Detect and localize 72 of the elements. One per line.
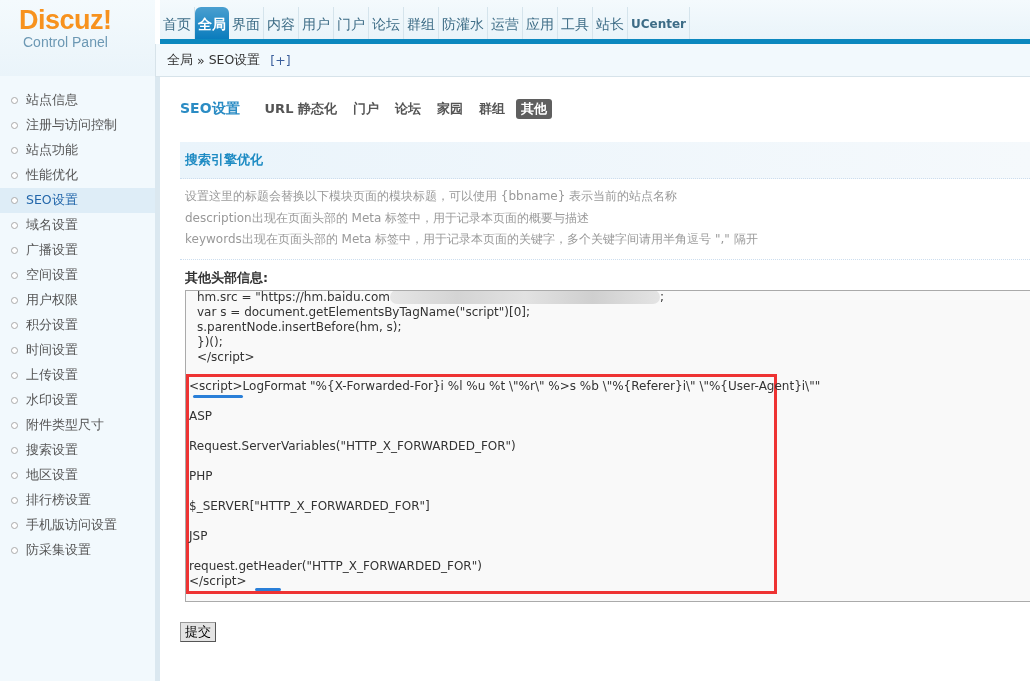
sub-tab[interactable]: 其他 xyxy=(515,99,552,119)
sidebar-item[interactable]: 空间设置 xyxy=(0,263,155,288)
bullet-icon xyxy=(11,122,18,129)
sidebar-item[interactable]: 地区设置 xyxy=(0,463,155,488)
code-text: Request.ServerVariables("HTTP_X_FORWARDED_FOR") xyxy=(189,438,516,454)
sidebar-item[interactable]: 时间设置 xyxy=(0,338,155,363)
code-text: PHP xyxy=(189,468,213,484)
bullet-icon xyxy=(11,522,18,529)
sidebar-item[interactable]: 域名设置 xyxy=(0,213,155,238)
sub-tab[interactable]: 家园 xyxy=(431,99,468,119)
code-line: </script> xyxy=(197,349,255,365)
bullet-icon xyxy=(11,447,18,454)
bullet-icon xyxy=(11,197,18,204)
sidebar-item[interactable]: 注册与访问控制 xyxy=(0,113,155,138)
sidebar-item[interactable]: 站点功能 xyxy=(0,138,155,163)
code-textarea[interactable] xyxy=(185,289,1030,602)
page-title: SEO设置 xyxy=(180,100,240,118)
bullet-icon xyxy=(11,97,18,104)
tip-text: 设置这里的标题会替换以下模块页面的模块标题，可以使用 {bbname} 表示当前的站点名称 xyxy=(185,188,679,205)
sidebar-item[interactable]: 性能优化 xyxy=(0,163,155,188)
sub-tab[interactable]: 论坛 xyxy=(389,99,426,119)
bullet-icon xyxy=(11,547,18,554)
tip-text: description出现在页面头部的 Meta 标签中，用于记录本页面的概要与描述 xyxy=(185,209,591,227)
logo-text: Discuz! xyxy=(19,6,112,34)
sidebar-item[interactable]: 用户权限 xyxy=(0,288,155,313)
sidebar-item[interactable]: 搜索设置 xyxy=(0,438,155,463)
sub-tab[interactable]: 门户 xyxy=(347,99,384,119)
bullet-icon xyxy=(11,472,18,479)
sidebar-item[interactable]: 上传设置 xyxy=(0,363,155,388)
code-line: hm.src = "https://hm.baidu.com xyxy=(197,290,390,305)
code-line: s.parentNode.insertBefore(hm, s); xyxy=(197,319,402,335)
bullet-icon xyxy=(11,422,18,429)
section-title: 搜索引擎优化 xyxy=(185,151,263,169)
bullet-icon xyxy=(11,497,18,504)
breadcrumb-separator: » xyxy=(197,52,205,68)
nav-tab[interactable]: 全局 xyxy=(195,7,229,40)
sidebar-item[interactable]: 水印设置 xyxy=(0,388,155,413)
code-text: JSP xyxy=(189,528,208,544)
code-text: $_SERVER["HTTP_X_FORWARDED_FOR"] xyxy=(189,498,430,514)
bullet-icon xyxy=(11,247,18,254)
sub-tab[interactable]: 群组 xyxy=(473,99,510,119)
code-text: ASP xyxy=(189,408,213,424)
bullet-icon xyxy=(11,222,18,229)
bullet-icon xyxy=(11,147,18,154)
sidebar-item[interactable]: 手机版访问设置 xyxy=(0,513,155,538)
code-text: request.getHeader("HTTP_X_FORWARDED_FOR") xyxy=(189,558,482,574)
bullet-icon xyxy=(11,272,18,279)
bullet-icon xyxy=(11,372,18,379)
bullet-icon xyxy=(11,172,18,179)
sub-tab[interactable]: URL 静态化 xyxy=(259,99,342,119)
code-line: })(); xyxy=(197,334,223,350)
sidebar-item[interactable]: 防采集设置 xyxy=(0,538,155,563)
sidebar-item[interactable]: SEO设置 xyxy=(0,188,155,213)
bullet-icon xyxy=(11,297,18,304)
logo-subtitle: Control Panel xyxy=(23,34,108,50)
code-line: var s = document.getElementsByTagName("script")[0]; xyxy=(197,304,531,320)
submit-button[interactable]: 提交 xyxy=(180,621,216,642)
breadcrumb-page: SEO设置 xyxy=(208,51,261,69)
sidebar-item[interactable]: 站点信息 xyxy=(0,88,155,113)
tip-text: keywords出现在页面头部的 Meta 标签中，用于记录本页面的关键字，多个关键字间请用半角逗号 "," 隔开 xyxy=(185,231,759,248)
code-text: </script> xyxy=(189,573,247,589)
sidebar-item[interactable]: 附件类型尺寸 xyxy=(0,413,155,438)
breadcrumb-section: 全局 xyxy=(167,51,193,69)
bullet-icon xyxy=(11,322,18,329)
code-line: ; xyxy=(659,290,664,305)
bullet-icon xyxy=(11,347,18,354)
sidebar-item[interactable]: 积分设置 xyxy=(0,313,155,338)
field-label: 其他头部信息: xyxy=(184,268,269,287)
add-shortcut-link[interactable]: [+] xyxy=(270,52,291,68)
sidebar-item[interactable]: 排行榜设置 xyxy=(0,488,155,513)
sidebar-item[interactable]: 广播设置 xyxy=(0,238,155,263)
bullet-icon xyxy=(11,397,18,404)
